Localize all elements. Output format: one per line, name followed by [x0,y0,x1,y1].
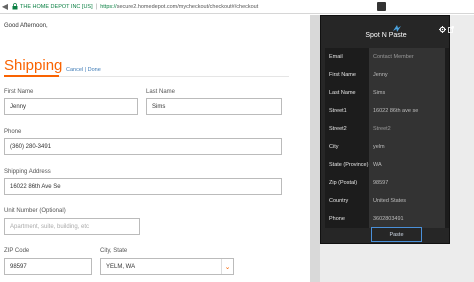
popup-row-value[interactable]: Sims [369,84,445,102]
popup-row-value[interactable]: WA [369,156,445,174]
phone-label: Phone [4,129,22,135]
unit-number-input[interactable]: Apartment, suite, building, etc [4,218,140,235]
greeting-text: Good Afternoon, [4,23,48,29]
address-bar[interactable]: ◀ THE HOME DEPOT INC [US] | https://secu… [0,0,474,14]
cancel-done-links: Cancel | Done [66,67,101,73]
popup-row-label: Phone [329,216,345,222]
section-accent-bar [4,75,59,77]
first-name-label: First Name [4,89,34,95]
popup-row-first-name: First Name Jenny [325,66,449,84]
popup-row-value[interactable]: 16022 86th ave se [369,102,445,120]
spot-n-paste-logo-icon [392,20,402,32]
cancel-link[interactable]: Cancel [66,67,83,73]
url-scheme: https:// [100,3,117,10]
popup-row-label: First Name [329,72,356,78]
shipping-address-input[interactable]: 16022 86th Ave Se [4,178,282,195]
popup-row-value[interactable]: Contact Member [369,48,445,66]
popup-row-value[interactable]: Jenny [369,66,445,84]
popup-row-value[interactable]: 3602803491 [369,210,445,228]
popup-row-street2: Street2 Street2 [325,120,449,138]
unit-number-label: Unit Number (Optional) [4,208,66,214]
popup-row-last-name: Last Name Sims [325,84,449,102]
popout-icon[interactable] [448,20,454,33]
url-text[interactable]: https://secure2.homedepot.com/mycheckout… [100,4,258,10]
popup-row-label: City [329,144,339,150]
extension-icon[interactable] [377,2,386,11]
phone-input[interactable]: (360) 280-3491 [4,138,282,155]
popup-row-value[interactable]: 98597 [369,174,445,192]
popup-title: Spot N Paste [365,32,407,39]
popup-row-label: Street1 [329,108,347,114]
back-arrow-icon[interactable]: ◀ [0,0,10,14]
popup-row-label: Country [329,198,349,204]
popup-row-phone: Phone 3602803491 [325,210,449,228]
section-title: Shipping [4,57,63,74]
city-state-select[interactable]: YELM, WA ⌄ [100,258,234,275]
address-separator: | [95,3,98,10]
link-separator: | [84,67,87,73]
page-right-gutter [310,15,320,282]
paste-button[interactable]: Paste [371,227,422,242]
zip-code-label: ZIP Code [4,248,30,254]
popup-row-country: Country United States [325,192,449,210]
city-state-value: YELM, WA [106,263,136,270]
popup-row-city: City yelm [325,138,449,156]
last-name-input[interactable]: Sims [146,98,282,115]
shipping-address-label: Shipping Address [4,169,51,175]
popup-row-label: Zip (Postal) [329,180,358,186]
popup-row-street1: Street1 16022 86th ave se [325,102,449,120]
secure-site-label: THE HOME DEPOT INC [US] [20,3,93,10]
url-path: secure2.homedepot.com/mycheckout/checkou… [116,3,259,10]
popup-row-label: Last Name [329,90,356,96]
popup-header: Spot N Paste [321,16,454,49]
popup-row-value[interactable]: Street2 [369,120,445,138]
popup-row-label: Street2 [329,126,347,132]
first-name-input[interactable]: Jenny [4,98,138,115]
city-state-label: City, State [100,248,128,254]
popup-row-zip: Zip (Postal) 98597 [325,174,449,192]
popup-row-email: Email Contact Member [325,48,449,66]
popup-row-label: State (Province) [329,162,369,168]
chevron-down-icon[interactable]: ⌄ [221,259,233,274]
popup-row-state: State (Province) WA [325,156,449,174]
popup-row-label: Email [329,54,343,60]
popup-row-value[interactable]: United States [369,192,445,210]
spot-n-paste-popup: Spot N Paste Email Contact Member First … [320,15,454,244]
last-name-label: Last Name [146,89,176,95]
gear-icon[interactable] [439,20,446,33]
popup-row-value[interactable]: yelm [369,138,445,156]
done-link[interactable]: Done [88,67,101,73]
zip-code-input[interactable]: 98597 [4,258,92,275]
lock-icon [10,0,20,14]
